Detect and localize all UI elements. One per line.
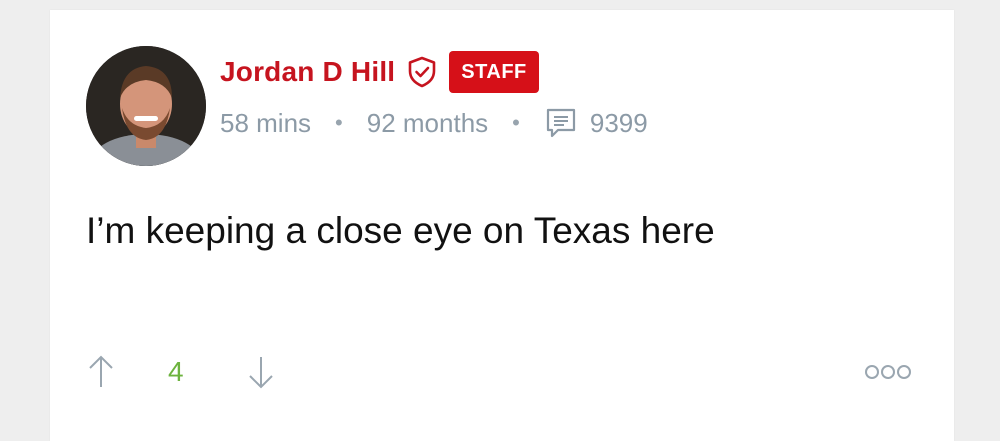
arrow-up-icon[interactable] xyxy=(86,354,116,390)
post-body: I’m keeping a close eye on Texas here xyxy=(86,210,715,251)
post-meta: 58 mins • 92 months • 9399 xyxy=(220,104,648,142)
comment-icon xyxy=(544,106,578,140)
author-row: Jordan D Hill STAFF xyxy=(220,50,539,94)
author-name[interactable]: Jordan D Hill xyxy=(220,56,395,88)
more-options-icon[interactable] xyxy=(864,362,912,382)
author-comment-count: 9399 xyxy=(589,107,648,138)
vote-count: 4 xyxy=(168,356,184,387)
arrow-down-icon[interactable] xyxy=(246,354,276,390)
staff-badge: STAFF xyxy=(449,51,539,93)
author-tenure: 92 months xyxy=(366,107,489,138)
avatar[interactable] xyxy=(86,46,206,166)
post-time: 58 mins xyxy=(220,107,312,138)
meta-separator: • xyxy=(335,110,343,135)
shield-check-icon xyxy=(407,56,437,88)
vote-actions: 4 xyxy=(86,350,276,394)
meta-separator: • xyxy=(512,110,520,135)
post-card: Jordan D Hill STAFF 58 mins • 92 months … xyxy=(50,10,954,441)
